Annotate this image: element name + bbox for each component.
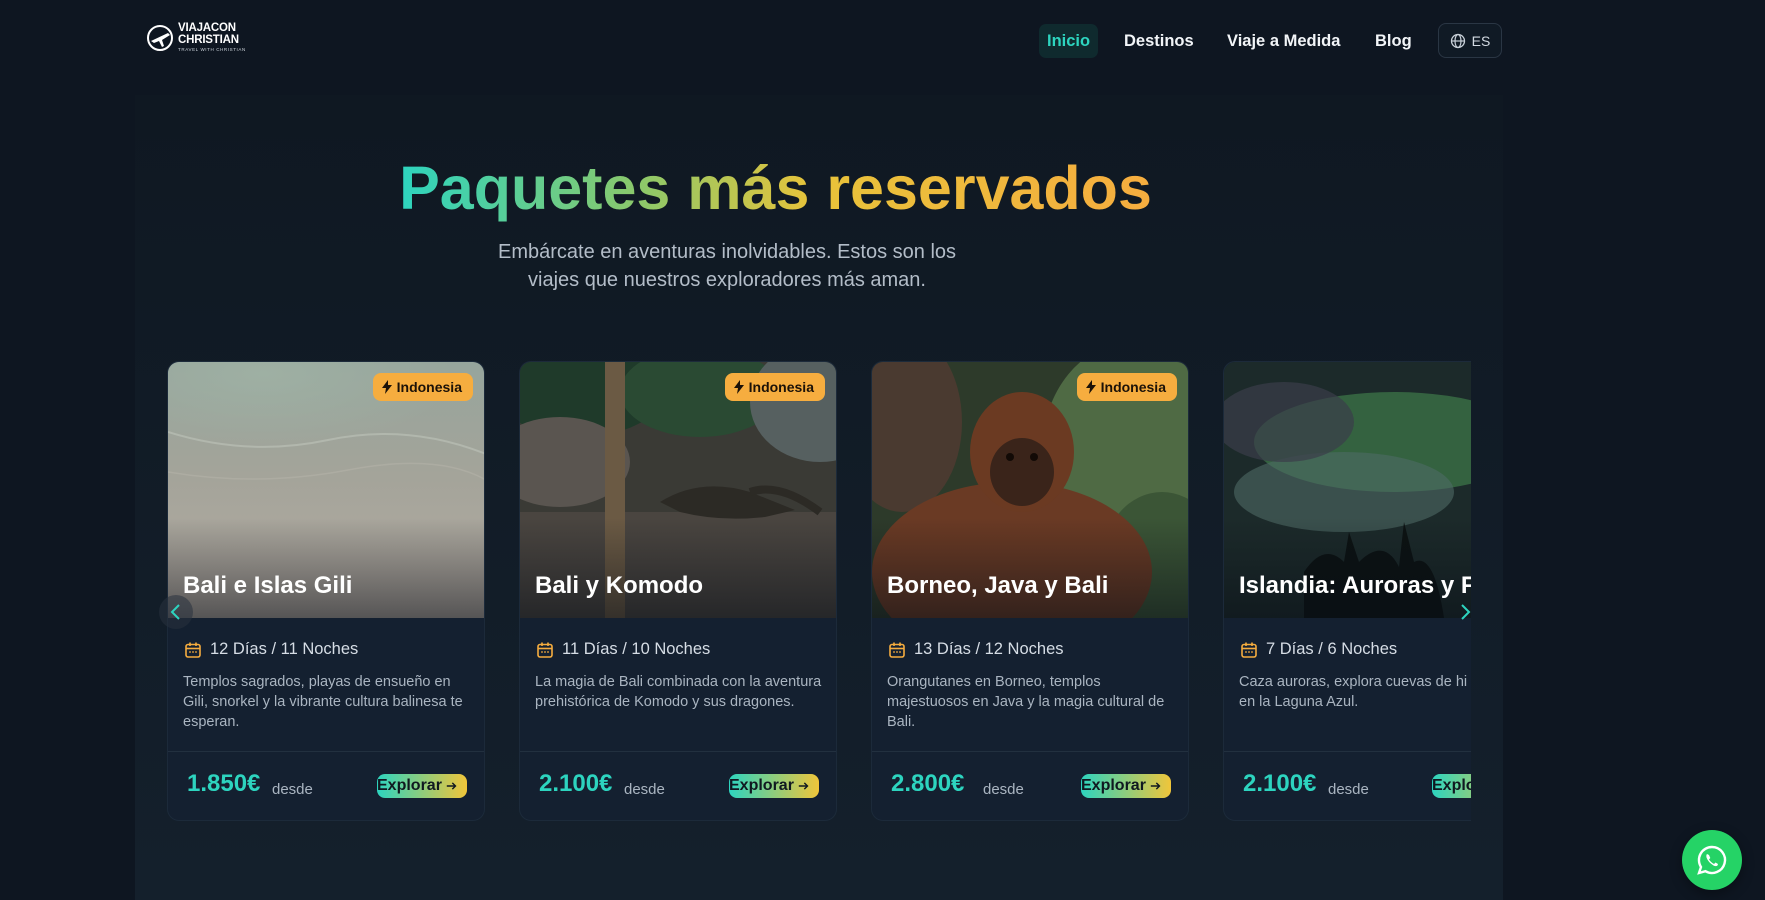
calendar-icon bbox=[1241, 642, 1257, 658]
package-price: 2.800€ bbox=[891, 770, 965, 797]
globe-icon bbox=[1450, 33, 1465, 48]
price-from-label: desde bbox=[1328, 781, 1369, 798]
arrow-right-icon bbox=[798, 782, 809, 790]
calendar-icon bbox=[537, 642, 553, 658]
nav-item-inicio[interactable]: Inicio bbox=[1039, 24, 1099, 58]
calendar-icon bbox=[185, 642, 201, 658]
explore-button[interactable]: Explorar bbox=[377, 774, 467, 798]
package-title: Bali e Islas Gili bbox=[183, 572, 353, 599]
brand-logo[interactable]: VIAJACON CHRISTIAN TRAVEL WITH CHRISTIAN bbox=[146, 22, 246, 54]
bolt-icon bbox=[1085, 380, 1096, 394]
brand-tagline: TRAVEL WITH CHRISTIAN bbox=[178, 47, 246, 53]
chevron-right-icon bbox=[1461, 604, 1471, 620]
logo-icon bbox=[147, 25, 173, 51]
bolt-icon bbox=[381, 380, 392, 394]
card-divider bbox=[1224, 751, 1471, 752]
carousel-next-button[interactable] bbox=[1448, 595, 1482, 629]
calendar-icon bbox=[889, 642, 905, 658]
bolt-icon bbox=[733, 380, 744, 394]
package-card[interactable]: Indonesia Bali e Islas Gili 12 Días / 11… bbox=[167, 361, 485, 821]
explore-button[interactable]: Explorar bbox=[1081, 774, 1171, 798]
language-code: ES bbox=[1471, 32, 1491, 49]
package-duration: 13 Días / 12 Noches bbox=[888, 640, 1064, 659]
language-selector[interactable]: ES bbox=[1438, 23, 1502, 58]
package-card[interactable]: I Islandia: Auroras y F 7 Días / 6 Noche… bbox=[1223, 361, 1471, 821]
package-duration: 7 Días / 6 Noches bbox=[1240, 640, 1397, 659]
explore-button[interactable]: Explorar bbox=[729, 774, 819, 798]
explore-button[interactable]: Explo bbox=[1432, 774, 1471, 798]
whatsapp-icon bbox=[1697, 845, 1727, 875]
packages-carousel: Indonesia Bali e Islas Gili 12 Días / 11… bbox=[167, 361, 1471, 831]
nav-item-viaje-a-medida[interactable]: Viaje a Medida bbox=[1227, 24, 1340, 58]
package-description: Orangutanes en Borneo, templos majestuos… bbox=[887, 674, 1165, 730]
price-from-label: desde bbox=[624, 781, 665, 798]
package-title: Islandia: Auroras y F bbox=[1239, 572, 1471, 599]
section-title: Paquetes más reservados bbox=[399, 154, 1152, 222]
package-title: Borneo, Java y Bali bbox=[887, 572, 1109, 599]
package-price: 2.100€ bbox=[1243, 770, 1317, 797]
card-divider bbox=[872, 751, 1188, 752]
card-divider bbox=[520, 751, 836, 752]
section-subtitle: Embárcate en aventuras inolvidables. Est… bbox=[497, 241, 957, 291]
country-badge: Indonesia bbox=[724, 373, 825, 401]
package-duration: 12 Días / 11 Noches bbox=[184, 640, 358, 659]
carousel-prev-button[interactable] bbox=[159, 595, 193, 629]
nav-item-blog[interactable]: Blog bbox=[1375, 24, 1412, 58]
package-duration: 11 Días / 10 Noches bbox=[536, 640, 710, 659]
price-from-label: desde bbox=[983, 781, 1024, 798]
package-title: Bali y Komodo bbox=[535, 572, 704, 599]
arrow-right-icon bbox=[1150, 782, 1161, 790]
popular-packages-section: Paquetes más reservados Embárcate en ave… bbox=[135, 95, 1503, 900]
brand-name-line2: CHRISTIAN bbox=[178, 33, 239, 46]
package-price: 1.850€ bbox=[187, 770, 261, 797]
card-divider bbox=[168, 751, 484, 752]
price-from-label: desde bbox=[272, 781, 313, 798]
package-price: 2.100€ bbox=[539, 770, 613, 797]
package-description: La magia de Bali combinada con la aventu… bbox=[535, 674, 822, 710]
package-card[interactable]: Indonesia Borneo, Java y Bali 13 Días / … bbox=[871, 361, 1189, 821]
country-badge: Indonesia bbox=[1076, 373, 1177, 401]
country-badge: Indonesia bbox=[372, 373, 473, 401]
package-description: Templos sagrados, playas de ensueño en G… bbox=[183, 674, 463, 730]
nav-item-destinos[interactable]: Destinos bbox=[1124, 24, 1194, 58]
site-header: VIAJACON CHRISTIAN TRAVEL WITH CHRISTIAN… bbox=[0, 0, 1765, 82]
arrow-right-icon bbox=[446, 782, 457, 790]
whatsapp-button[interactable] bbox=[1682, 830, 1742, 890]
package-card[interactable]: Indonesia Bali y Komodo 11 Días / 10 Noc… bbox=[519, 361, 837, 821]
chevron-left-icon bbox=[170, 604, 180, 620]
package-description: Caza auroras, explora cuevas de hi reláj… bbox=[1239, 674, 1471, 710]
